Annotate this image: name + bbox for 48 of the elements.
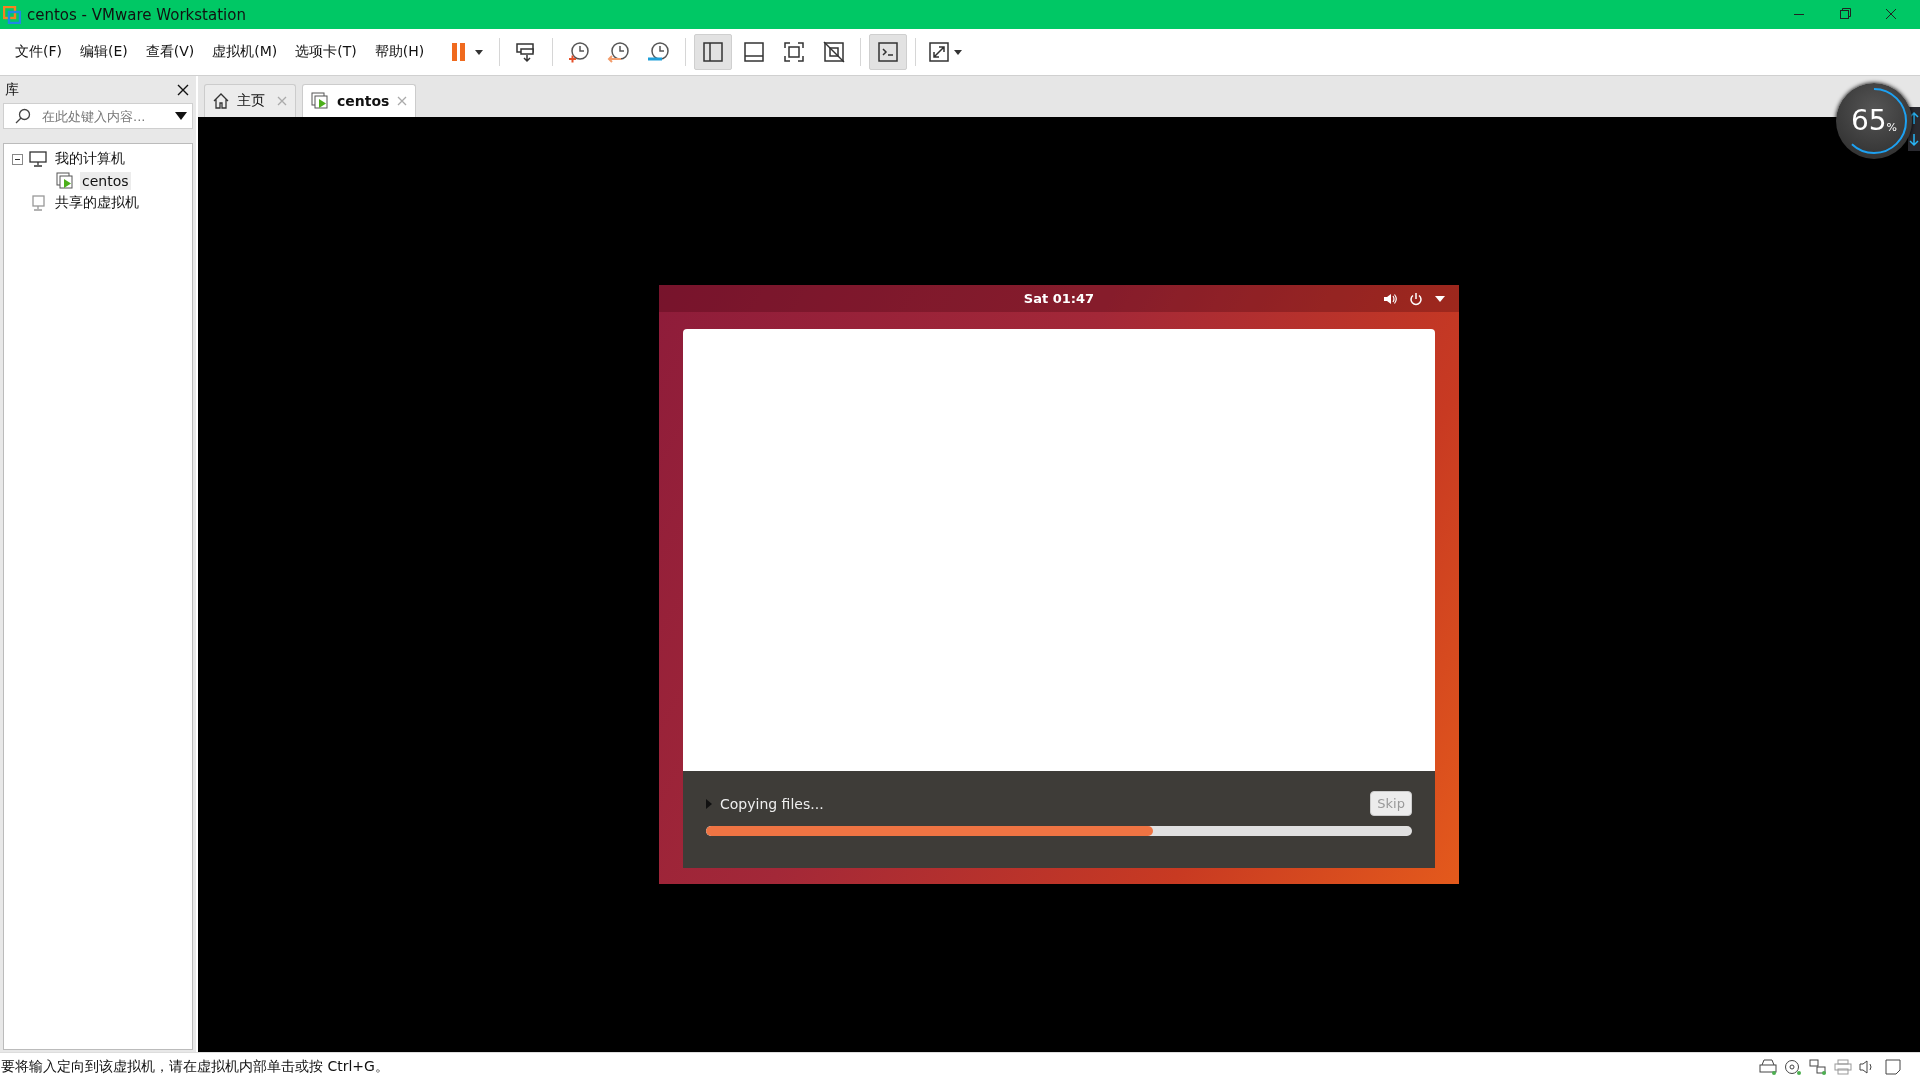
clock-wrench-icon [647,40,672,64]
menu-item[interactable]: 查看(V) [136,43,204,61]
hard-disk-icon[interactable] [1759,1058,1777,1075]
sidebar-layout-icon [701,40,726,64]
window-title: centos - VMware Workstation [27,5,247,24]
library-title: 库 [5,80,19,99]
tree-item[interactable]: 我的计算机 [53,149,127,169]
search-icon [15,108,31,124]
console-icon [876,40,901,64]
search-field[interactable]: 在此处键入内容... [3,103,193,129]
network-icon[interactable] [1809,1058,1827,1075]
up-arrow-icon [1909,111,1919,125]
message-icon[interactable] [1884,1058,1902,1075]
monitor-icon [29,151,47,167]
close-icon[interactable] [177,83,189,96]
collapse-icon[interactable] [12,153,23,165]
menu-item[interactable]: 文件(F) [6,43,71,61]
down-arrow-icon [1909,133,1919,147]
bottom-panel-icon [742,40,767,64]
dropdown-caret-icon[interactable] [175,112,187,120]
menu-item[interactable]: 虚拟机(M) [203,43,287,61]
vmware-logo-icon [3,5,21,24]
tree-item[interactable]: centos [80,172,131,190]
power-icon[interactable] [1409,291,1423,306]
home-icon [213,93,229,109]
status-text: Copying files... [720,795,825,812]
gauge-unit: % [1886,120,1898,134]
menu-item[interactable]: 选项卡(T) [286,43,366,61]
clock-arrow-icon [607,40,632,64]
vm-icon [56,172,74,190]
crossed-window-icon [822,40,847,64]
fullscreen-icon [782,40,807,64]
clock[interactable]: Sat 01:47 [1023,291,1095,306]
menu-item[interactable]: 帮助(H) [365,43,434,61]
tree-item[interactable]: 共享的虚拟机 [53,193,141,213]
tab[interactable]: 主页 [204,84,296,117]
caret-icon[interactable] [1435,295,1445,302]
cd-icon[interactable] [1784,1058,1802,1075]
clock-plus-icon [567,40,592,64]
volume-icon[interactable] [1383,291,1397,306]
shared-monitor-icon [29,195,47,211]
tab[interactable]: centos [302,84,417,117]
menu-item[interactable]: 编辑(E) [71,43,137,61]
console-button[interactable] [869,34,908,70]
vm-icon [311,92,329,110]
gauge-value: 65 [1850,107,1887,135]
status-message: 要将输入定向到该虚拟机，请在虚拟机内部单击或按 Ctrl+G。 [0,1057,390,1076]
sidebar-button[interactable] [694,34,733,70]
